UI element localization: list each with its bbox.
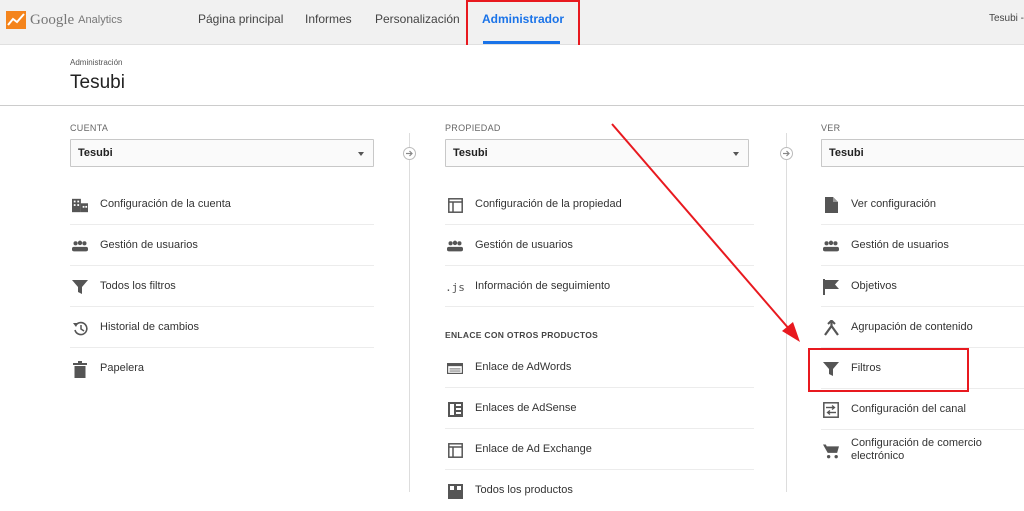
- annotation-arrow: [611, 123, 800, 342]
